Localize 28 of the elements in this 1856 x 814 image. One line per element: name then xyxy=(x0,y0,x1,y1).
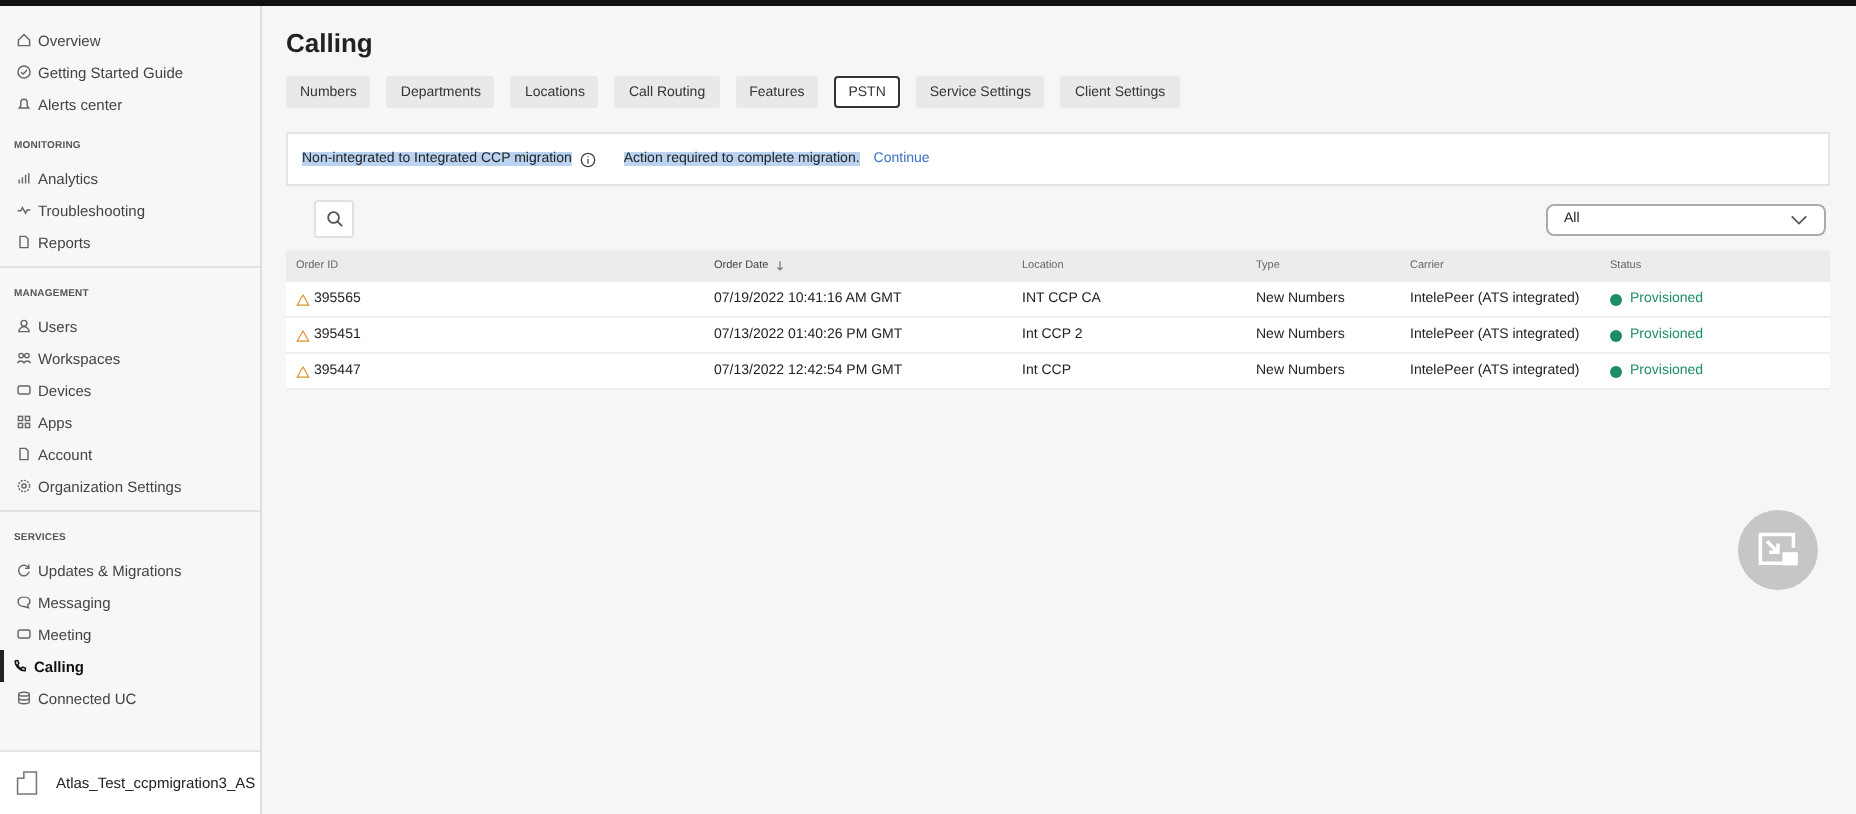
device-icon xyxy=(16,626,32,642)
building-icon xyxy=(16,770,38,796)
check-icon xyxy=(16,64,32,80)
sort-arrow-icon[interactable] xyxy=(776,260,785,272)
search-icon xyxy=(325,210,343,228)
user-icon xyxy=(16,318,32,334)
phone-icon xyxy=(12,658,28,674)
device-icon xyxy=(16,382,32,398)
refresh-icon xyxy=(16,562,32,578)
home-icon xyxy=(16,32,32,48)
info-icon[interactable] xyxy=(579,151,596,167)
search-button[interactable] xyxy=(314,200,354,238)
warning-icon xyxy=(296,365,310,377)
bars-icon xyxy=(16,170,32,186)
pulse-icon xyxy=(16,202,32,218)
db-icon xyxy=(16,690,32,706)
warning-icon xyxy=(296,293,310,305)
exit-pip-icon xyxy=(1756,530,1800,570)
bell-icon xyxy=(16,96,32,112)
apps-icon xyxy=(16,414,32,430)
people-icon xyxy=(16,350,32,366)
doc-icon xyxy=(16,446,32,462)
warning-icon xyxy=(296,329,310,341)
gear-icon xyxy=(16,478,32,494)
page-title: Calling xyxy=(286,28,375,58)
doc-icon xyxy=(16,234,32,250)
chevron-down-icon xyxy=(1790,213,1808,225)
chat-icon xyxy=(16,594,32,610)
